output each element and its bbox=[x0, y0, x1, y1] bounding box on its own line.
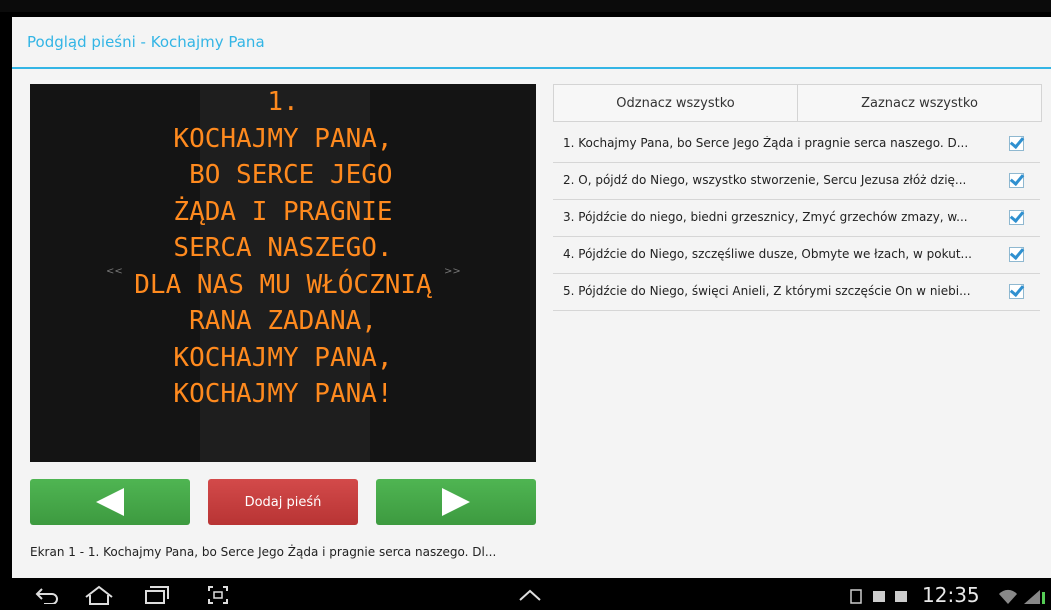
back-icon[interactable] bbox=[34, 586, 60, 604]
verse-text: 5. Pójdźcie do Niego, święci Anieli, Z k… bbox=[563, 284, 971, 298]
next-screen-hint[interactable]: >> bbox=[444, 266, 461, 277]
current-screen-status: Ekran 1 - 1. Kochajmy Pana, bo Serce Jeg… bbox=[30, 545, 497, 559]
home-icon[interactable] bbox=[84, 585, 114, 605]
prev-screen-hint[interactable]: << bbox=[106, 266, 123, 277]
selection-tabs: Odznacz wszystko Zaznacz wszystko bbox=[553, 84, 1042, 122]
verse-text: 3. Pójdźcie do niego, biedni grzesznicy,… bbox=[563, 210, 968, 224]
notification-icons[interactable] bbox=[849, 587, 915, 605]
screenshot-icon[interactable] bbox=[207, 585, 229, 605]
wifi-signal-icon bbox=[999, 589, 1045, 604]
verse-checkbox[interactable] bbox=[1009, 284, 1024, 299]
system-navigation-bar: 12:35 bbox=[0, 580, 1051, 610]
next-button[interactable] bbox=[376, 479, 536, 525]
verse-row[interactable]: 5. Pójdźcie do Niego, święci Anieli, Z k… bbox=[553, 274, 1040, 311]
verse-text: 1. Kochajmy Pana, bo Serce Jego Żąda i p… bbox=[563, 136, 969, 150]
up-chevron-icon[interactable] bbox=[518, 588, 542, 602]
verse-row[interactable]: 3. Pójdźcie do niego, biedni grzesznicy,… bbox=[553, 200, 1040, 237]
verse-checkbox[interactable] bbox=[1009, 136, 1024, 151]
verse-checkbox[interactable] bbox=[1009, 210, 1024, 225]
verse-text: 2. O, pójdź do Niego, wszystko stworzeni… bbox=[563, 173, 967, 187]
verse-list: 1. Kochajmy Pana, bo Serce Jego Żąda i p… bbox=[553, 126, 1040, 311]
previous-button[interactable] bbox=[30, 479, 190, 525]
lyrics-text: 1. KOCHAJMY PANA, BO SERCE JEGO ŻĄDA I P… bbox=[134, 87, 432, 409]
deselect-all-button[interactable]: Odznacz wszystko bbox=[554, 85, 797, 121]
add-song-button[interactable]: Dodaj pieśń bbox=[208, 479, 358, 525]
verse-row[interactable]: 4. Pójdźcie do Niego, szczęśliwe dusze, … bbox=[553, 237, 1040, 274]
recent-apps-icon[interactable] bbox=[144, 585, 170, 605]
clock: 12:35 bbox=[922, 583, 980, 607]
left-triangle-icon bbox=[96, 488, 124, 516]
song-preview-dialog: Podgląd pieśni - Kochajmy Pana 1. KOCHAJ… bbox=[12, 17, 1051, 578]
top-strip bbox=[0, 0, 1051, 12]
verse-row[interactable]: 1. Kochajmy Pana, bo Serce Jego Żąda i p… bbox=[553, 126, 1040, 163]
lyrics-preview-screen[interactable]: 1. KOCHAJMY PANA, BO SERCE JEGO ŻĄDA I P… bbox=[30, 84, 536, 462]
verse-checkbox[interactable] bbox=[1009, 173, 1024, 188]
right-triangle-icon bbox=[442, 488, 470, 516]
dialog-header: Podgląd pieśni - Kochajmy Pana bbox=[12, 17, 1051, 69]
verse-row[interactable]: 2. O, pójdź do Niego, wszystko stworzeni… bbox=[553, 163, 1040, 200]
verse-text: 4. Pójdźcie do Niego, szczęśliwe dusze, … bbox=[563, 247, 972, 261]
verse-checkbox[interactable] bbox=[1009, 247, 1024, 262]
dialog-title: Podgląd pieśni - Kochajmy Pana bbox=[27, 33, 265, 51]
select-all-button[interactable]: Zaznacz wszystko bbox=[797, 85, 1041, 121]
